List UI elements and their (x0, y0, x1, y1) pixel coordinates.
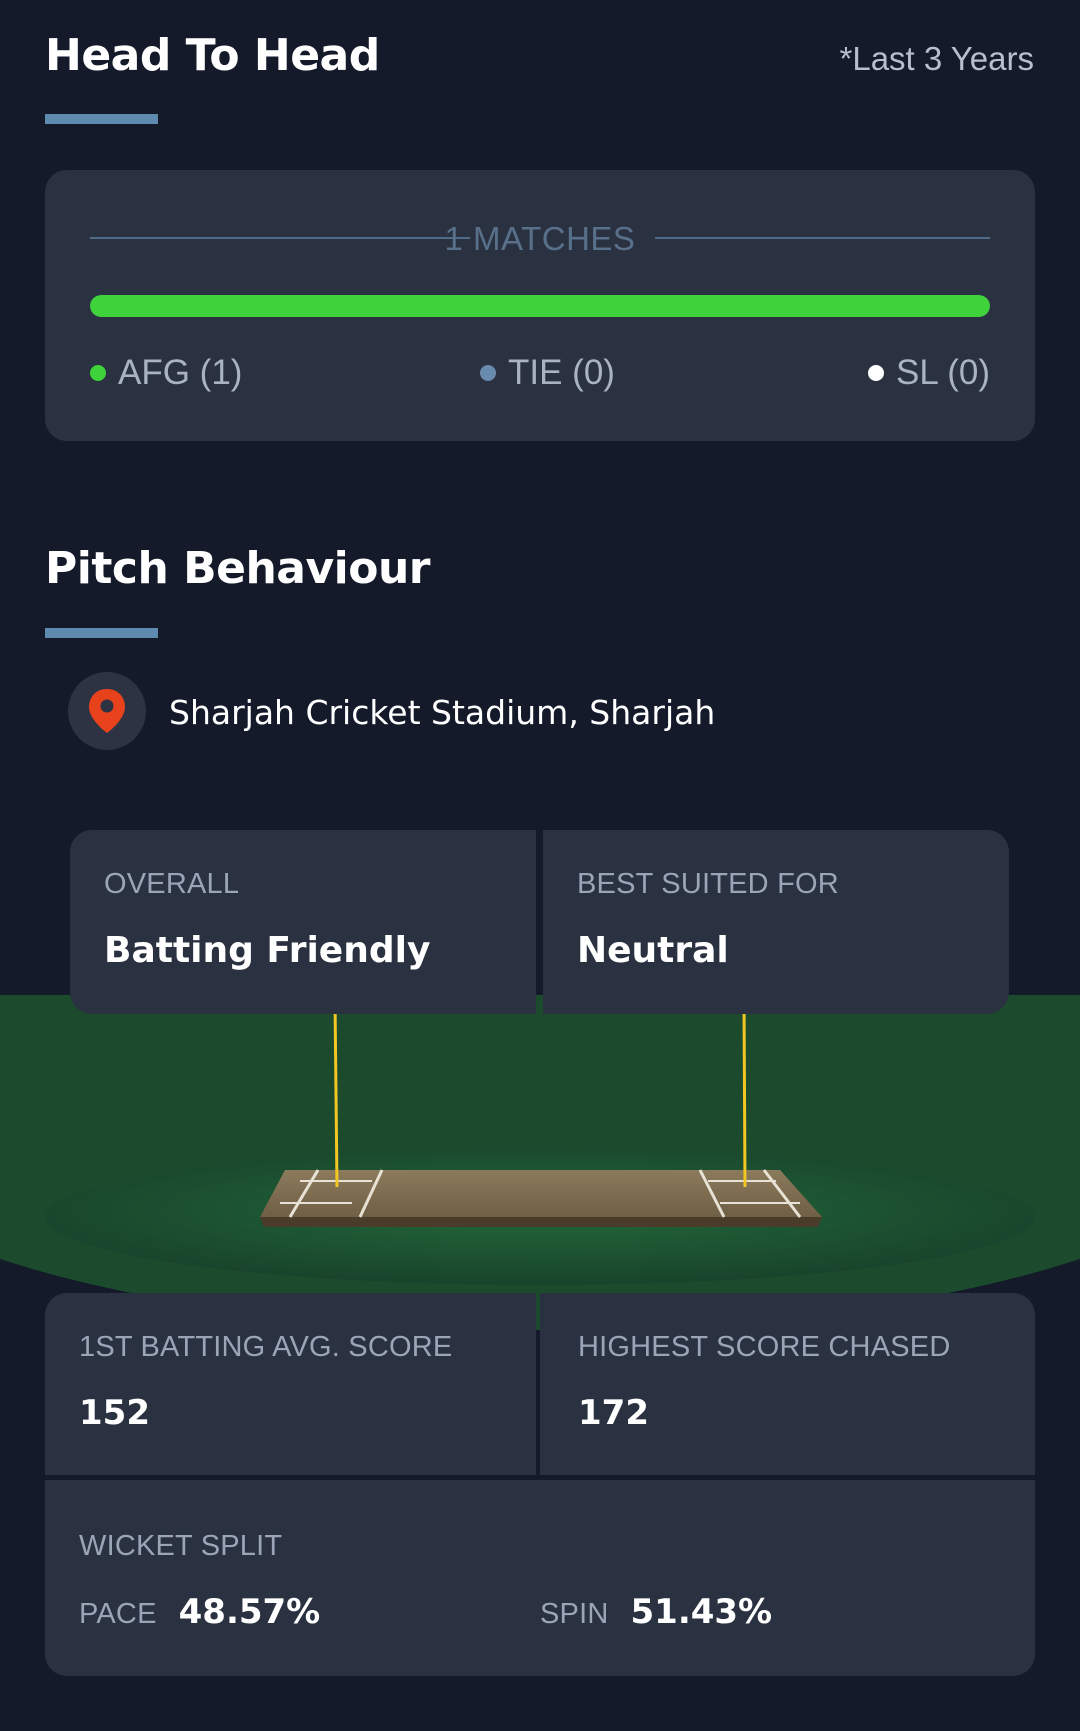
highest-chased-label: HIGHEST SCORE CHASED (578, 1331, 951, 1363)
legend-tie-label: TIE (0) (508, 353, 615, 392)
best-suited-value: Neutral (577, 930, 729, 971)
result-bar-afg (90, 295, 990, 317)
head-to-head-underline (45, 114, 158, 124)
spin-label: SPIN (540, 1598, 609, 1630)
pitch-behaviour-underline (45, 628, 158, 638)
period-note: *Last 3 Years (839, 40, 1035, 77)
legend-afg-label: AFG (1) (118, 353, 243, 392)
best-suited-tile: BEST SUITED FOR Neutral (543, 830, 1009, 1014)
first-batting-tile: 1ST BATTING AVG. SCORE 152 (45, 1293, 536, 1475)
location-pin-icon (89, 689, 125, 733)
overall-value: Batting Friendly (104, 930, 431, 971)
pitch-strip (260, 1170, 822, 1217)
overall-label: OVERALL (104, 868, 240, 900)
pace-label: PACE (79, 1598, 157, 1630)
wicket-split-tile: WICKET SPLIT PACE 48.57% SPIN 51.43% (45, 1480, 1035, 1676)
afg-dot-icon (90, 365, 106, 381)
highest-chased-value: 172 (578, 1393, 649, 1433)
highest-chased-tile: HIGHEST SCORE CHASED 172 (540, 1293, 1035, 1475)
legend-sl-label: SL (0) (895, 353, 990, 392)
stumps-right (742, 1000, 747, 1188)
spin-stat: SPIN 51.43% (540, 1592, 772, 1632)
first-batting-value: 152 (79, 1393, 150, 1433)
tie-dot-icon (480, 365, 496, 381)
spin-value: 51.43% (630, 1592, 773, 1632)
head-to-head-card: 1 MATCHES AFG (1) TIE (0) SL (0) (45, 170, 1035, 441)
overall-tile: OVERALL Batting Friendly (70, 830, 536, 1014)
venue-icon-container (68, 672, 146, 750)
venue-name: Sharjah Cricket Stadium, Sharjah (169, 693, 716, 732)
sl-dot-icon (867, 365, 884, 381)
legend-sl: SL (0) (867, 353, 990, 393)
first-batting-label: 1ST BATTING AVG. SCORE (79, 1331, 453, 1363)
matches-divider-right (655, 237, 990, 239)
pitch-behaviour-title: Pitch Behaviour (45, 543, 431, 594)
pitch-strip-edge (260, 1217, 822, 1227)
pace-stat: PACE 48.57% (79, 1592, 320, 1632)
result-bar (90, 295, 990, 317)
wicket-split-label: WICKET SPLIT (79, 1530, 283, 1562)
head-to-head-title: Head To Head (45, 30, 380, 81)
legend-afg: AFG (1) (90, 353, 242, 393)
legend-tie: TIE (0) (480, 353, 615, 393)
pace-value: 48.57% (178, 1592, 321, 1632)
matches-count: 1 MATCHES (444, 220, 636, 257)
stumps-left (333, 1000, 339, 1188)
best-suited-label: BEST SUITED FOR (577, 868, 839, 900)
